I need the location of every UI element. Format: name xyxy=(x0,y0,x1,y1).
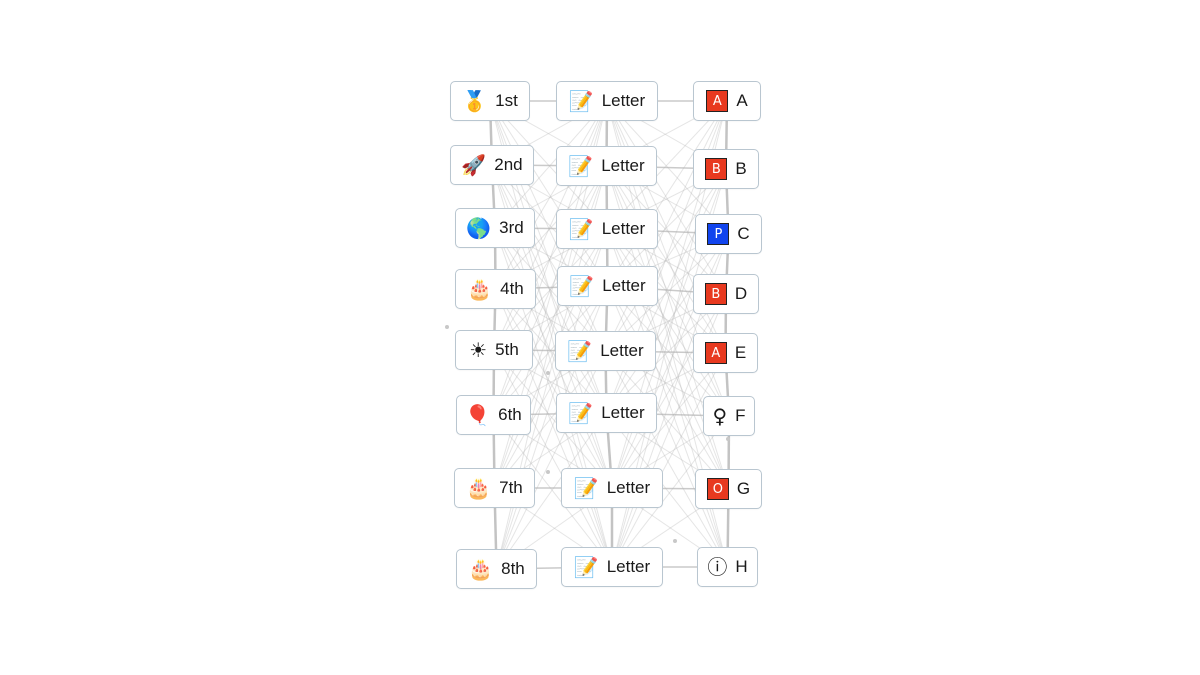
ordinal-node[interactable]: 🥇 1st xyxy=(450,81,530,121)
memo-icon: 📝 xyxy=(567,339,593,363)
ordinal-node[interactable]: 🎂 4th xyxy=(455,269,536,309)
alphabet-node[interactable]: ⓘ H xyxy=(697,547,758,587)
particle-dot xyxy=(546,371,550,375)
balloon-icon: 🎈 xyxy=(465,403,491,427)
ordinal-node[interactable]: 🎈 6th xyxy=(456,395,531,435)
node-label: F xyxy=(735,406,746,425)
information-icon: ⓘ xyxy=(707,555,728,579)
globe-icon: 🌎 xyxy=(466,216,492,240)
letter-node[interactable]: 📝 Letter xyxy=(556,209,658,249)
memo-icon: 📝 xyxy=(573,555,599,579)
birthday-cake-icon: 🎂 xyxy=(466,476,492,500)
node-label: 2nd xyxy=(494,155,523,174)
sports-medal-icon: 🥇 xyxy=(462,89,488,113)
birthday-cake-icon: 🎂 xyxy=(468,557,494,581)
ordinal-node[interactable]: 🌎 3rd xyxy=(455,208,535,248)
alphabet-node[interactable]: BB xyxy=(693,149,759,189)
node-label: D xyxy=(734,284,748,303)
alphabet-node[interactable]: AA xyxy=(693,81,761,121)
memo-icon: 📝 xyxy=(568,89,594,113)
node-label: Letter xyxy=(601,403,645,422)
alphabet-node[interactable]: AE xyxy=(693,333,758,373)
alphabet-node[interactable]: OG xyxy=(695,469,762,509)
node-label: C xyxy=(737,224,750,243)
b-button-icon: B xyxy=(704,283,727,305)
node-label: Letter xyxy=(606,478,651,497)
memo-icon: 📝 xyxy=(568,217,594,241)
memo-icon: 📝 xyxy=(569,274,595,298)
letter-node[interactable]: 📝 Letter xyxy=(556,393,657,433)
female-sign-icon: ♀ xyxy=(712,404,728,428)
birthday-cake-icon: 🎂 xyxy=(467,277,493,301)
a-button-icon: A xyxy=(704,342,727,364)
particle-dot xyxy=(546,470,550,474)
node-label: Letter xyxy=(601,156,645,175)
ordinal-node[interactable]: 🚀 2nd xyxy=(450,145,534,185)
node-label: B xyxy=(735,159,747,178)
ordinal-node[interactable]: ☀ 5th xyxy=(455,330,533,370)
node-label: 3rd xyxy=(499,218,524,237)
b-button-icon: B xyxy=(705,158,728,180)
alphabet-node[interactable]: ♀ F xyxy=(703,396,755,436)
alphabet-node[interactable]: PC xyxy=(695,214,762,254)
rocket-icon: 🚀 xyxy=(461,153,487,177)
node-label: Letter xyxy=(600,341,644,360)
node-label: 5th xyxy=(495,340,519,359)
letter-node[interactable]: 📝 Letter xyxy=(556,146,657,186)
node-label: 6th xyxy=(498,405,522,424)
letter-node[interactable]: 📝 Letter xyxy=(557,266,658,306)
node-label: 1st xyxy=(495,91,518,110)
node-label: H xyxy=(735,557,748,576)
node-label: Letter xyxy=(606,557,651,576)
letter-node[interactable]: 📝 Letter xyxy=(555,331,656,371)
letter-node[interactable]: 📝 Letter xyxy=(561,468,663,508)
node-label: Letter xyxy=(601,219,646,238)
node-label: 4th xyxy=(500,279,524,298)
node-label: 7th xyxy=(499,478,523,497)
cross-edge xyxy=(495,100,608,290)
letter-node[interactable]: 📝 Letter xyxy=(561,547,663,587)
a-button-icon: A xyxy=(706,90,729,112)
particle-dot xyxy=(726,437,730,441)
node-label: A xyxy=(736,91,748,110)
o-button-icon: O xyxy=(706,478,729,500)
sun-icon: ☀ xyxy=(469,338,488,362)
memo-icon: 📝 xyxy=(568,154,594,178)
particle-dot xyxy=(445,325,449,329)
node-label: Letter xyxy=(602,276,646,295)
node-label: Letter xyxy=(601,91,646,110)
p-button-icon: P xyxy=(707,223,730,245)
node-label: E xyxy=(734,343,747,362)
memo-icon: 📝 xyxy=(573,476,599,500)
memo-icon: 📝 xyxy=(568,401,594,425)
alphabet-node[interactable]: BD xyxy=(693,274,759,314)
ordinal-node[interactable]: 🎂 7th xyxy=(454,468,535,508)
letter-node[interactable]: 📝 Letter xyxy=(556,81,658,121)
particle-dot xyxy=(673,539,677,543)
node-label: G xyxy=(736,479,751,498)
ordinal-node[interactable]: 🎂 8th xyxy=(456,549,537,589)
node-label: 8th xyxy=(501,559,525,578)
